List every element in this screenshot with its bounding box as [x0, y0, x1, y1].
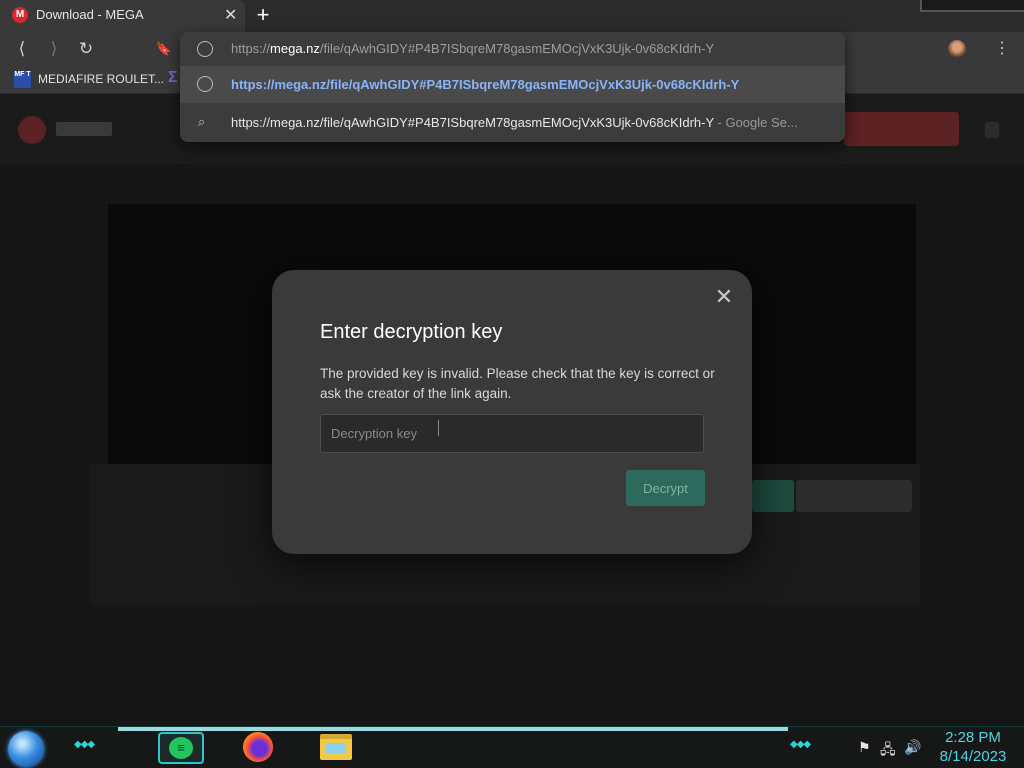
omnibox-dropdown: https://mega.nz/file/qAwhGIDY#P4B7ISbqre…: [180, 32, 845, 142]
clock-time[interactable]: 2:28 PM: [938, 729, 1008, 746]
tab-close-icon[interactable]: ✕: [224, 5, 237, 25]
mega-favicon-icon: M: [12, 7, 28, 23]
header-menu-icon: [985, 122, 999, 138]
reload-button[interactable]: ↻: [74, 37, 98, 61]
volume-icon[interactable]: 🔊: [904, 739, 921, 756]
suggestion-url: https://mega.nz/file/qAwhGIDY#P4B7ISbqre…: [231, 77, 740, 92]
suggestion-item[interactable]: ⌕ https://mega.nz/file/qAwhGIDY#P4B7ISbq…: [180, 105, 845, 142]
mega-logo-text: [56, 122, 112, 136]
close-icon[interactable]: ✕: [713, 286, 735, 308]
dialog-message: The provided key is invalid. Please chec…: [320, 366, 715, 401]
url-scheme: https://: [231, 41, 271, 56]
dialog-title: Enter decryption key: [320, 321, 503, 343]
tab-download-mega[interactable]: M Download - MEGA ✕: [0, 0, 245, 32]
decryption-key-input[interactable]: [320, 414, 704, 453]
start-button[interactable]: [8, 731, 44, 767]
secondary-button-blurred: [796, 480, 912, 512]
new-tab-button[interactable]: +: [252, 4, 274, 27]
mediafire-bookmark-icon: MF T: [14, 71, 31, 88]
window-frame-decoration: [920, 0, 1024, 12]
taskbar-accent-band: [118, 727, 788, 731]
tab-strip: M Download - MEGA ✕ +: [0, 0, 1024, 32]
suggestion-engine: - Google Se...: [713, 115, 798, 130]
browser-menu-button[interactable]: ⋮: [994, 38, 1010, 58]
url-path: /file/qAwhGIDY#P4B7ISbqreM78gasmEMOcjVxK…: [319, 41, 715, 56]
suggestion-search-text: https://mega.nz/file/qAwhGIDY#P4B7ISbqre…: [231, 115, 798, 130]
suggestion-item[interactable]: https://mega.nz/file/qAwhGIDY#P4B7ISbqre…: [180, 66, 845, 103]
sigma-bookmark-icon[interactable]: Σ: [168, 69, 178, 87]
search-icon: ⌕: [198, 114, 206, 129]
file-explorer-window-glyph: [326, 743, 346, 753]
address-bar-text[interactable]: https://mega.nz/file/qAwhGIDY#P4B7ISbqre…: [231, 41, 714, 56]
network-icon[interactable]: 🖧: [880, 739, 896, 763]
globe-icon: [197, 41, 213, 57]
download-button-blurred: [752, 480, 794, 512]
system-tray: ⚑ 🖧 🔊: [852, 739, 932, 759]
globe-icon: [197, 76, 213, 92]
address-bar[interactable]: https://mega.nz/file/qAwhGIDY#P4B7ISbqre…: [180, 32, 845, 66]
url-host: mega.nz: [270, 41, 320, 56]
tab-title: Download - MEGA: [36, 7, 144, 22]
screen: M Download - MEGA ✕ + ⟨ ⟩ ↻ 🔖 ⋮ https://…: [0, 0, 1024, 768]
taskbar-decoration: ◆◆◆: [790, 739, 811, 750]
profile-avatar[interactable]: [948, 40, 966, 58]
back-button[interactable]: ⟨: [10, 37, 34, 61]
taskbar-app-active[interactable]: ≡: [158, 732, 204, 764]
mega-logo-icon: [18, 116, 46, 144]
decryption-key-dialog: ✕ Enter decryption key The provided key …: [272, 270, 752, 554]
action-center-flag-icon[interactable]: ⚑: [858, 739, 871, 756]
decrypt-button[interactable]: Decrypt: [626, 470, 705, 506]
taskbar-decoration: ◆◆◆: [74, 739, 95, 750]
clock-date[interactable]: 8/14/2023: [932, 748, 1014, 765]
text-cursor: [438, 420, 439, 436]
bookmark-star-icon[interactable]: 🔖: [152, 37, 176, 61]
forward-button[interactable]: ⟩: [42, 37, 66, 61]
suggestion-query: https://mega.nz/file/qAwhGIDY#P4B7ISbqre…: [231, 115, 714, 130]
header-action-button: [844, 112, 959, 146]
firefox-icon[interactable]: [243, 732, 273, 762]
taskbar: ◆◆◆ ≡ ◆◆◆ ⚑ 🖧 🔊 2:28 PM 8/14/2023: [0, 726, 1024, 768]
chat-app-icon: ≡: [169, 737, 193, 759]
file-explorer-icon[interactable]: [320, 734, 352, 760]
bookmark-mediafire-roulette[interactable]: MEDIAFIRE ROULET...: [38, 72, 164, 86]
